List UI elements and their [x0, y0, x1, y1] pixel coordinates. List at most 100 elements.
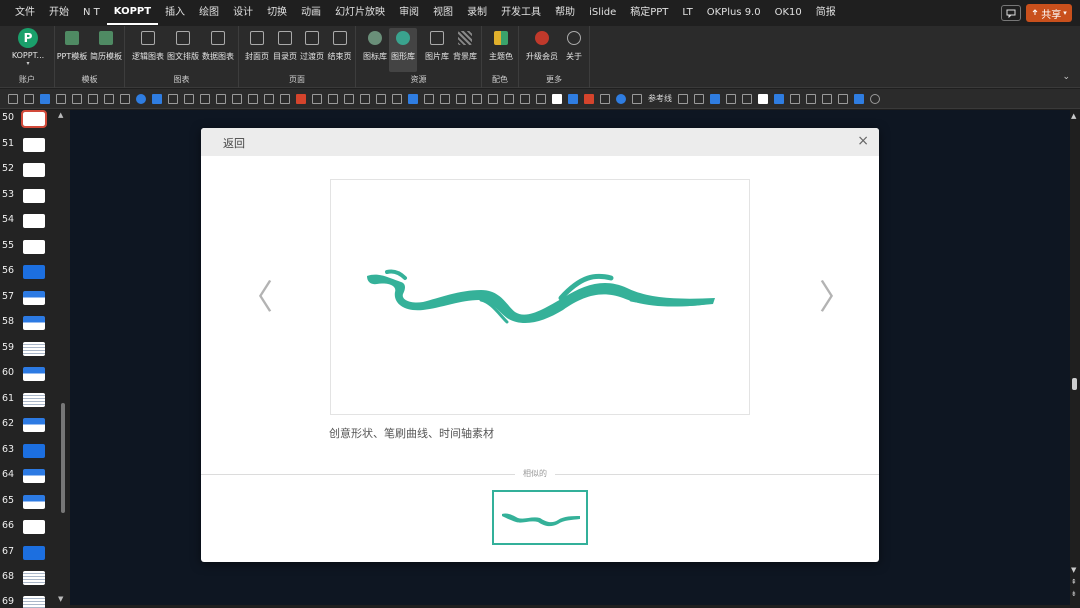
dots-icon[interactable]: [600, 93, 610, 104]
slide-item[interactable]: 63: [0, 442, 60, 462]
distribute-h-icon[interactable]: [456, 93, 466, 104]
white-box-icon[interactable]: [552, 93, 562, 104]
slide-thumbnail[interactable]: [23, 571, 45, 585]
slide-item[interactable]: 54: [0, 212, 60, 232]
slide-thumbnail[interactable]: [23, 214, 45, 228]
menu-view[interactable]: 视图: [426, 0, 460, 26]
menu-record[interactable]: 录制: [460, 0, 494, 26]
koppt-account-button[interactable]: P KOPPT... ▾: [7, 28, 49, 72]
slide-item[interactable]: 67: [0, 544, 60, 564]
picture-icon[interactable]: [40, 93, 50, 104]
menu-draw[interactable]: 绘图: [192, 0, 226, 26]
shape-outline-icon[interactable]: [232, 93, 242, 104]
align-top-icon[interactable]: [488, 93, 498, 104]
share-button[interactable]: 共享 ▾: [1026, 4, 1072, 22]
bring-forward-icon[interactable]: [392, 93, 402, 104]
menu-home[interactable]: 开始: [42, 0, 76, 26]
back-button[interactable]: 返回: [223, 135, 245, 151]
menu-okplus[interactable]: OKPlus 9.0: [700, 0, 768, 26]
eraser-icon[interactable]: [168, 93, 178, 104]
vertical-scrollbar[interactable]: ▲ ▼ ⇞ ⇟: [1070, 110, 1080, 605]
slide-item[interactable]: 69: [0, 594, 60, 608]
effects-icon[interactable]: [264, 93, 274, 104]
menu-design[interactable]: 设计: [226, 0, 260, 26]
slide-thumbnail[interactable]: [23, 443, 45, 458]
slide-item[interactable]: 55: [0, 238, 60, 258]
image-frame-icon[interactable]: [710, 93, 720, 104]
blue-box-icon[interactable]: [568, 93, 578, 104]
close-icon[interactable]: ×: [857, 133, 869, 149]
slide-thumbnail[interactable]: [23, 494, 45, 509]
frame-icon[interactable]: [806, 93, 816, 104]
menu-developer[interactable]: 开发工具: [494, 0, 548, 26]
menu-transitions[interactable]: 切换: [260, 0, 294, 26]
menu-review[interactable]: 审阅: [392, 0, 426, 26]
slide-item[interactable]: 58: [0, 314, 60, 334]
prev-slide-icon[interactable]: ⇞: [1071, 578, 1077, 586]
menu-lt[interactable]: LT: [675, 0, 699, 26]
table-icon[interactable]: [280, 93, 290, 104]
scroll-down-icon[interactable]: ▼: [1071, 566, 1076, 574]
slide-item[interactable]: 64: [0, 467, 60, 487]
line-icon[interactable]: [200, 93, 210, 104]
menu-nt[interactable]: N T: [76, 0, 107, 26]
panel-scroll-up-icon[interactable]: ▲: [58, 111, 63, 119]
marker-icon[interactable]: [248, 93, 258, 104]
slide-item[interactable]: 56: [0, 263, 60, 283]
next-arrow-icon[interactable]: 〉: [819, 278, 853, 318]
ppt-template-button[interactable]: PPT模板: [56, 28, 88, 72]
format-painter-icon[interactable]: [344, 93, 354, 104]
connector-icon[interactable]: [360, 93, 370, 104]
slide-item[interactable]: 60: [0, 365, 60, 385]
slide-thumbnail[interactable]: [21, 110, 47, 128]
slide-thumbnail[interactable]: [23, 418, 45, 432]
about-button[interactable]: 关于: [562, 28, 586, 72]
slide-thumbnail[interactable]: [23, 239, 45, 254]
fill-color-icon[interactable]: [152, 93, 162, 104]
panel-scrollbar-thumb[interactable]: [61, 403, 65, 513]
scroll-up-icon[interactable]: ▲: [1071, 112, 1076, 120]
crop-tool-icon[interactable]: [104, 93, 114, 104]
slide-item[interactable]: 62: [0, 416, 60, 436]
slide-thumbnail[interactable]: [23, 137, 45, 152]
grid-icon[interactable]: [790, 93, 800, 104]
slide-item[interactable]: 52: [0, 161, 60, 181]
background-library-button[interactable]: 背景库: [452, 28, 478, 72]
rotate-icon[interactable]: [120, 93, 130, 104]
slide-thumbnail[interactable]: [23, 367, 45, 381]
end-page-button[interactable]: 结束页: [326, 28, 353, 72]
slide-item[interactable]: 66: [0, 518, 60, 538]
reference-line-checkbox[interactable]: [632, 93, 642, 104]
arrow-red-icon[interactable]: [584, 93, 594, 104]
menu-ok10[interactable]: OK10: [768, 0, 809, 26]
slide-thumbnail[interactable]: [23, 316, 45, 330]
font-color-icon[interactable]: [72, 93, 82, 104]
slide-thumbnail[interactable]: [23, 520, 45, 534]
shape-fill-icon[interactable]: [136, 93, 146, 104]
comment-button[interactable]: [1001, 5, 1021, 21]
slide-thumbnail[interactable]: [23, 163, 45, 177]
eyedropper-icon[interactable]: [216, 93, 226, 104]
menu-koppt[interactable]: KOPPT: [106, 1, 159, 25]
menu-islide[interactable]: iSlide: [582, 0, 623, 26]
menu-slideshow[interactable]: 幻灯片放映: [328, 0, 392, 26]
pen-icon[interactable]: [88, 93, 98, 104]
align-center-icon[interactable]: [24, 93, 34, 104]
gradient-icon[interactable]: [774, 93, 784, 104]
resize-icon[interactable]: [742, 93, 752, 104]
ungroup-icon[interactable]: [424, 93, 434, 104]
slide-thumbnail[interactable]: [23, 545, 45, 560]
slide-item[interactable]: 68: [0, 569, 60, 589]
ribbon-collapse-chevron-icon[interactable]: ⌄: [1062, 72, 1070, 82]
slide-thumbnail[interactable]: [23, 290, 45, 305]
menu-help[interactable]: 帮助: [548, 0, 582, 26]
resume-template-button[interactable]: 简历模板: [89, 28, 123, 72]
merge-shapes-icon[interactable]: [312, 93, 322, 104]
text-box-icon[interactable]: [408, 93, 418, 104]
slide-thumbnail[interactable]: [23, 469, 45, 483]
theme-color-button[interactable]: 主题色: [487, 28, 515, 72]
shape-library-button[interactable]: 图形库: [389, 28, 417, 72]
distribute-v-icon[interactable]: [472, 93, 482, 104]
slide-item[interactable]: 51: [0, 136, 60, 156]
highlighter-icon[interactable]: [184, 93, 194, 104]
